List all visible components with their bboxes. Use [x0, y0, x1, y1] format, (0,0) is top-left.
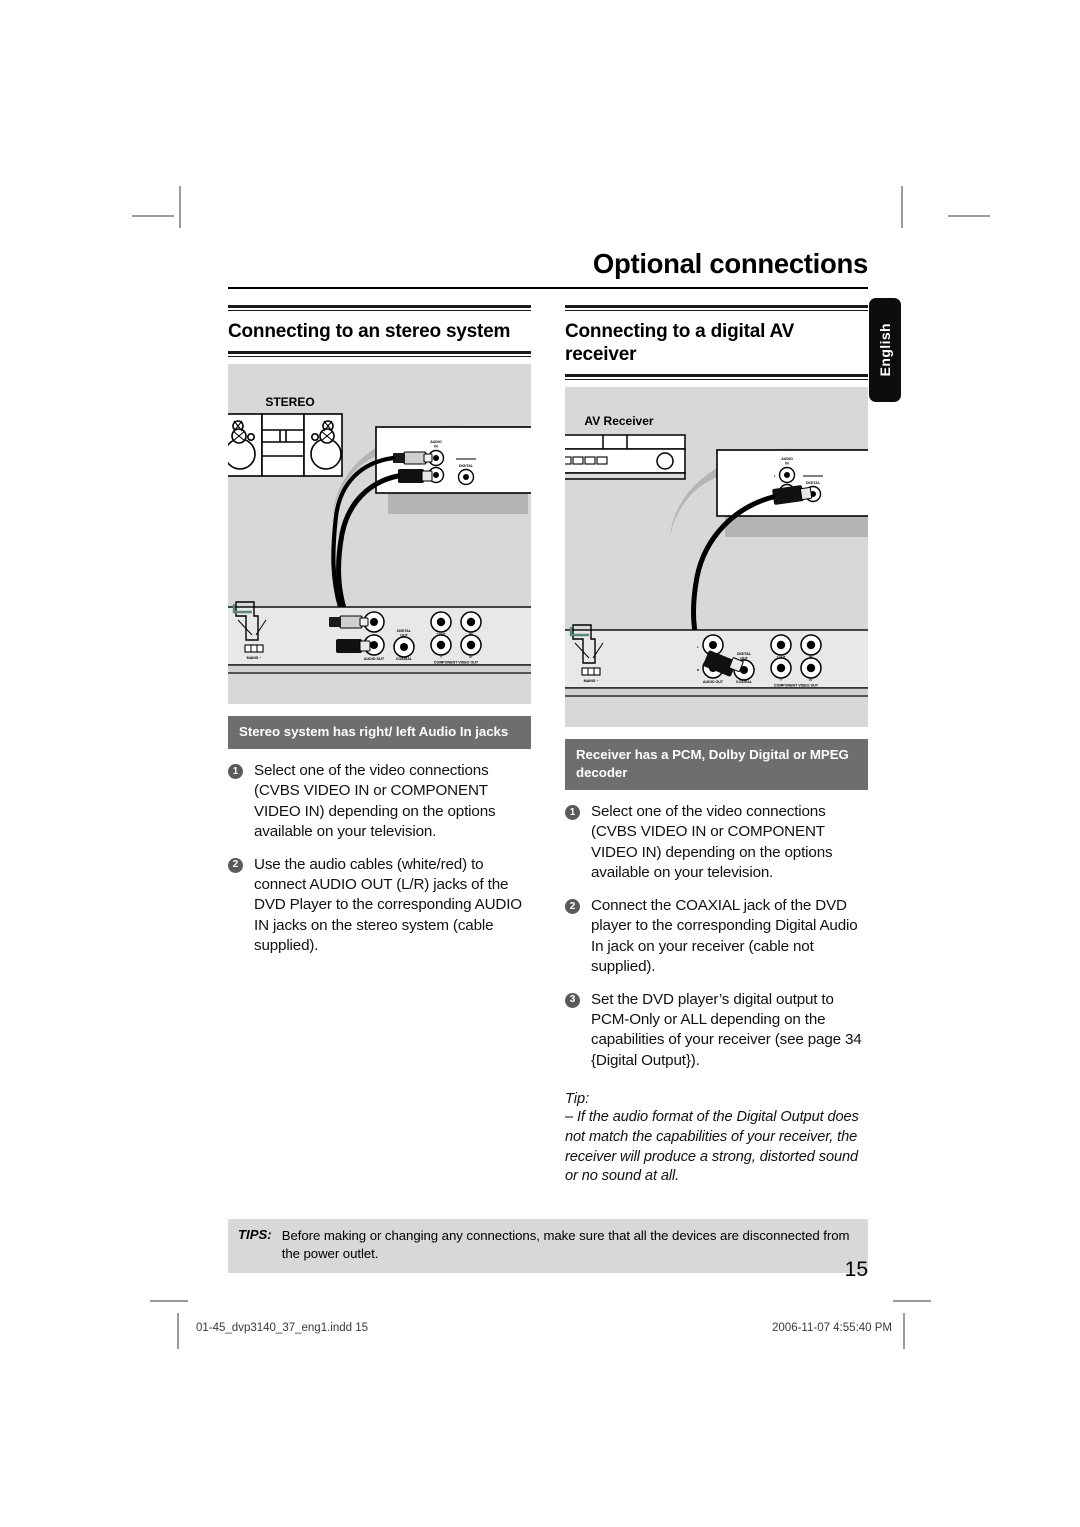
- crop-mark-top-left-h: [132, 215, 174, 217]
- footer-divider-left: [177, 1313, 179, 1349]
- svg-text:Y: Y: [780, 678, 782, 682]
- step-item: 1 Select one of the video connections (C…: [228, 761, 531, 842]
- tip-label: Tip:: [565, 1090, 590, 1107]
- language-tab: English: [869, 298, 901, 402]
- svg-text:Pb: Pb: [469, 632, 473, 636]
- page-title: Optional connections: [592, 248, 868, 279]
- svg-text:DIGITAL: DIGITAL: [397, 629, 412, 633]
- tip-block: Tip: – If the audio format of the Digita…: [565, 1091, 868, 1187]
- title-divider: [228, 287, 868, 289]
- svg-text:Y: Y: [440, 655, 442, 659]
- crop-mark-top-left-v: [179, 186, 181, 228]
- illustration-av-receiver: AV Receiver AUDIO IN L DIGITAL MAINS ~ L…: [565, 387, 868, 728]
- svg-text:AUDIO: AUDIO: [430, 440, 442, 444]
- av-receiver-device-label: AV Receiver: [584, 414, 653, 428]
- step-number: 1: [565, 805, 580, 821]
- svg-text:DIGITAL: DIGITAL: [459, 464, 474, 468]
- page-number: 15: [844, 1258, 868, 1281]
- svg-text:Pb: Pb: [809, 655, 813, 659]
- stereo-device-label: STEREO: [265, 395, 314, 409]
- document-page: Optional connections English Connecting …: [0, 0, 1080, 1527]
- svg-text:L: L: [697, 645, 699, 649]
- step-number: 3: [565, 992, 580, 1008]
- crop-mark-top-right-v: [901, 186, 903, 228]
- svg-text:IN: IN: [785, 462, 789, 466]
- tips-text: Before making or changing any connection…: [281, 1228, 850, 1262]
- step-text: Connect the COAXIAL jack of the DVD play…: [591, 897, 858, 975]
- step-text: Use the audio cables (white/red) to conn…: [254, 855, 522, 954]
- svg-text:AUDIO OUT: AUDIO OUT: [364, 657, 385, 661]
- steps-stereo: 1 Select one of the video connections (C…: [228, 761, 531, 956]
- crop-mark-top-right-h: [948, 215, 990, 217]
- footer-divider-right: [903, 1313, 905, 1349]
- svg-text:AUDIO: AUDIO: [781, 457, 793, 461]
- step-text: Select one of the video connections (CVB…: [591, 803, 833, 881]
- section-title: Connecting to a digital AV receiver: [565, 321, 795, 366]
- svg-text:COMPONENT VIDEO OUT: COMPONENT VIDEO OUT: [434, 661, 479, 665]
- section-rule-top: [228, 305, 531, 311]
- svg-text:COAXIAL: COAXIAL: [396, 657, 413, 661]
- crop-mark-bottom-right: [893, 1300, 931, 1302]
- steps-av-receiver: 1 Select one of the video connections (C…: [565, 802, 868, 1071]
- section-rule-top: [565, 305, 868, 311]
- step-item: 2 Use the audio cables (white/red) to co…: [228, 855, 531, 956]
- svg-text:L: L: [774, 474, 776, 478]
- plug-black-top: [398, 469, 433, 484]
- svg-text:Y OUT: Y OUT: [776, 655, 785, 659]
- subhead-av-receiver: Receiver has a PCM, Dolby Digital or MPE…: [565, 739, 868, 791]
- plug-white-bottom: [329, 615, 369, 629]
- subhead-stereo: Stereo system has right/ left Audio In j…: [228, 716, 531, 750]
- section-rule-bottom: [565, 374, 868, 381]
- tips-label: TIPS:: [238, 1227, 272, 1242]
- illustration-stereo: STEREO AUDIO IN DIGITAL MAINS ~ AUDIO OU…: [228, 364, 531, 705]
- svg-text:IN: IN: [434, 445, 438, 449]
- tips-footer-bar: TIPS: Before making or changing any conn…: [228, 1219, 868, 1274]
- step-number: 2: [565, 899, 580, 915]
- column-av-receiver: Connecting to a digital AV receiver AV R…: [565, 305, 868, 1187]
- svg-text:MAINS ~: MAINS ~: [247, 656, 262, 660]
- footer-filename: 01-45_dvp3140_37_eng1.indd 15: [196, 1322, 369, 1334]
- plug-white-top: [393, 451, 433, 465]
- svg-text:Y OUT: Y OUT: [436, 632, 445, 636]
- section-title: Connecting to an stereo system: [228, 321, 511, 342]
- step-number: 2: [228, 857, 243, 873]
- tip-text: – If the audio format of the Digital Out…: [565, 1108, 859, 1185]
- section-rule-bottom: [228, 351, 531, 358]
- svg-text:COMPONENT VIDEO OUT: COMPONENT VIDEO OUT: [774, 684, 819, 688]
- plug-black-bottom: [336, 639, 371, 654]
- step-number: 1: [228, 764, 243, 780]
- language-tab-label: English: [877, 323, 893, 377]
- step-text: Set the DVD player’s digital output to P…: [591, 990, 862, 1069]
- step-item: 2 Connect the COAXIAL jack of the DVD pl…: [565, 896, 868, 977]
- svg-text:AUDIO OUT: AUDIO OUT: [703, 680, 724, 684]
- svg-text:DIGITAL: DIGITAL: [737, 652, 752, 656]
- svg-text:DIGITAL: DIGITAL: [806, 481, 821, 485]
- step-text: Select one of the video connections (CVB…: [254, 762, 496, 840]
- svg-text:COAXIAL: COAXIAL: [736, 680, 753, 684]
- svg-text:MAINS ~: MAINS ~: [584, 679, 599, 683]
- crop-mark-bottom-left: [150, 1300, 188, 1302]
- column-stereo: Connecting to an stereo system STEREO AU…: [228, 305, 531, 969]
- step-item: 3 Set the DVD player’s digital output to…: [565, 990, 868, 1071]
- footer-timestamp: 2006-11-07 4:55:40 PM: [772, 1322, 892, 1334]
- step-item: 1 Select one of the video connections (C…: [565, 802, 868, 883]
